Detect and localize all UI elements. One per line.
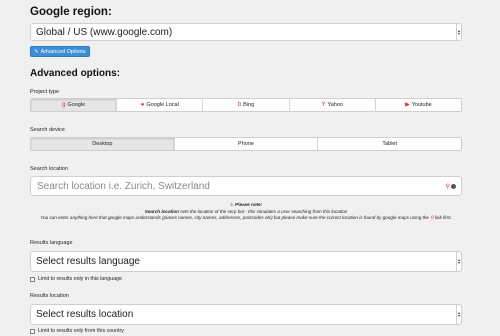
project-type-google[interactable]: g Google xyxy=(31,99,117,111)
yahoo-icon: Y xyxy=(321,102,326,108)
project-type-bing-label: Bing xyxy=(243,102,255,108)
results-language-label: Results language xyxy=(30,240,73,246)
project-type-google-local[interactable]: ● Google Local xyxy=(116,99,202,111)
results-location-value: Select results location xyxy=(36,309,134,320)
search-location-field[interactable]: Search location i.e. Zurich, Switzerland… xyxy=(30,176,462,196)
clear-icon[interactable] xyxy=(451,183,456,189)
limit-language-checkbox[interactable] xyxy=(30,276,35,282)
note-line2-b: link first. xyxy=(433,215,452,220)
note-line2-a: You can enter anything here that google … xyxy=(40,215,431,220)
project-type-yahoo[interactable]: Y Yahoo xyxy=(288,99,375,111)
limit-country-checkbox-row: Limit to results only from this country xyxy=(30,328,124,334)
advanced-options-label: Advanced Options xyxy=(40,48,86,55)
project-type-yahoo-label: Yahoo xyxy=(327,102,343,108)
limit-language-label: Limit to results only in this language xyxy=(38,276,122,282)
results-language-select[interactable]: Select results language xyxy=(30,251,462,272)
note-line1-bold: Search location xyxy=(144,208,179,214)
project-type-youtube[interactable]: ▶ Youtube xyxy=(374,99,461,111)
region-heading: Google region: xyxy=(30,6,112,18)
search-location-label: Search location xyxy=(30,166,68,172)
results-location-select[interactable]: Select results location xyxy=(30,304,462,325)
search-device-selector: Desktop Phone Tablet xyxy=(30,137,462,151)
note-line1-rest: sets the location of the serp bot - this… xyxy=(178,208,348,214)
search-location-placeholder: Search location i.e. Zurich, Switzerland xyxy=(37,180,210,192)
google-icon: g xyxy=(62,102,66,108)
select-arrows-icon xyxy=(456,24,461,40)
results-language-value: Select results language xyxy=(36,256,140,267)
limit-country-checkbox[interactable] xyxy=(30,328,35,334)
wrench-icon: ✎ xyxy=(34,48,39,55)
select-arrows-icon xyxy=(456,305,461,324)
device-tablet[interactable]: Tablet xyxy=(317,138,461,150)
map-pin-icon[interactable]: ⚲ xyxy=(446,183,450,190)
limit-country-label: Limit to results only from this country xyxy=(38,328,124,334)
limit-language-checkbox-row: Limit to results only in this language xyxy=(30,276,122,282)
select-arrows-icon xyxy=(456,252,461,271)
search-location-note: ⚠ Please note: Search location sets the … xyxy=(30,202,462,222)
device-phone-label: Phone xyxy=(238,141,254,147)
project-type-bing[interactable]: b Bing xyxy=(202,99,288,111)
advanced-heading: Advanced options: xyxy=(30,68,121,79)
project-type-google-label: Google xyxy=(67,102,86,108)
results-location-label: Results location xyxy=(30,293,69,299)
advanced-options-button[interactable]: ✎ Advanced Options xyxy=(30,46,90,57)
project-type-google-local-label: Google Local xyxy=(146,102,179,108)
search-device-label: Search device xyxy=(30,127,65,133)
region-select[interactable]: Global / US (www.google.com) xyxy=(30,23,462,41)
youtube-icon: ▶ xyxy=(405,102,410,108)
project-type-label: Project type xyxy=(30,89,60,95)
bing-icon: b xyxy=(237,102,242,108)
warning-icon: ⚠ xyxy=(229,202,234,207)
device-desktop-label: Desktop xyxy=(92,141,113,147)
region-select-value: Global / US (www.google.com) xyxy=(36,26,173,38)
project-type-youtube-label: Youtube xyxy=(411,102,432,108)
project-type-selector: g Google ● Google Local b Bing Y Yahoo ▶… xyxy=(30,98,462,112)
device-tablet-label: Tablet xyxy=(382,141,398,147)
device-desktop[interactable]: Desktop xyxy=(31,138,174,150)
map-marker-icon: ● xyxy=(140,102,145,108)
device-phone[interactable]: Phone xyxy=(173,138,318,150)
note-title: Please note: xyxy=(235,202,263,207)
